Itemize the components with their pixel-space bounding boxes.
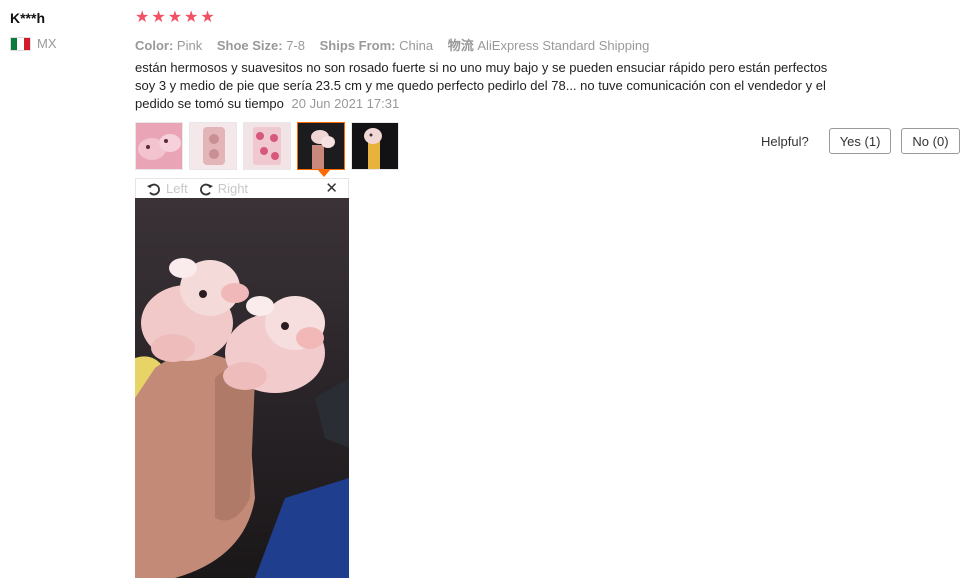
rotate-right-icon [199,183,213,195]
attr-logistics-value: AliExpress Standard Shipping [477,38,650,53]
review-date: 20 Jun 2021 17:31 [291,96,400,111]
photo-thumbnail[interactable] [243,122,291,170]
helpful-feedback: Helpful? Yes (1) No (0) [761,128,960,154]
attr-size-key: Shoe Size: [216,38,283,53]
rotate-left-label: Left [166,181,188,196]
attr-color-key: Color: [135,38,174,53]
rotate-left-icon [147,183,160,195]
attr-ships-from-value: China [399,38,434,53]
photo-thumbnail[interactable] [189,122,237,170]
photo-thumbnails [135,122,399,170]
rotate-right-label: Right [217,181,249,196]
review-body: están hermosos y suavesitos no son rosad… [135,59,840,113]
star-rating: ★ ★ ★ ★ ★ [135,9,215,27]
star-icon: ★ [184,9,199,26]
reviewer-name: K***h [10,10,46,26]
attr-color-value: Pink [176,38,203,53]
helpful-yes-button[interactable]: Yes (1) [828,128,892,154]
close-viewer-icon[interactable]: ✕ [325,179,338,197]
mexico-flag-icon [10,36,31,51]
photo-viewer-toolbar: Left Right ✕ [135,178,349,198]
attr-logistics-key: 物流 [447,38,474,53]
rotate-right-button[interactable]: Right [198,181,248,197]
reviewer-country: MX [10,36,57,51]
photo-thumbnail[interactable] [351,122,399,170]
helpful-no-button[interactable]: No (0) [901,128,960,154]
photo-thumbnail[interactable] [135,122,183,170]
star-icon: ★ [135,9,150,26]
photo-thumbnail-active[interactable] [297,122,345,170]
star-icon: ★ [200,9,215,26]
enlarged-review-photo [135,198,349,578]
country-code: MX [37,36,57,51]
star-icon: ★ [151,9,166,26]
helpful-label: Helpful? [761,133,809,149]
active-thumbnail-pointer [318,170,330,177]
rotate-left-button[interactable]: Left [146,181,188,197]
attr-size-value: 7-8 [286,38,305,53]
review-text: están hermosos y suavesitos no son rosad… [135,60,828,111]
attr-ships-from-key: Ships From: [319,38,396,53]
star-icon: ★ [167,9,183,26]
order-attributes: Color: Pink Shoe Size: 7-8 Ships From: C… [135,35,660,54]
